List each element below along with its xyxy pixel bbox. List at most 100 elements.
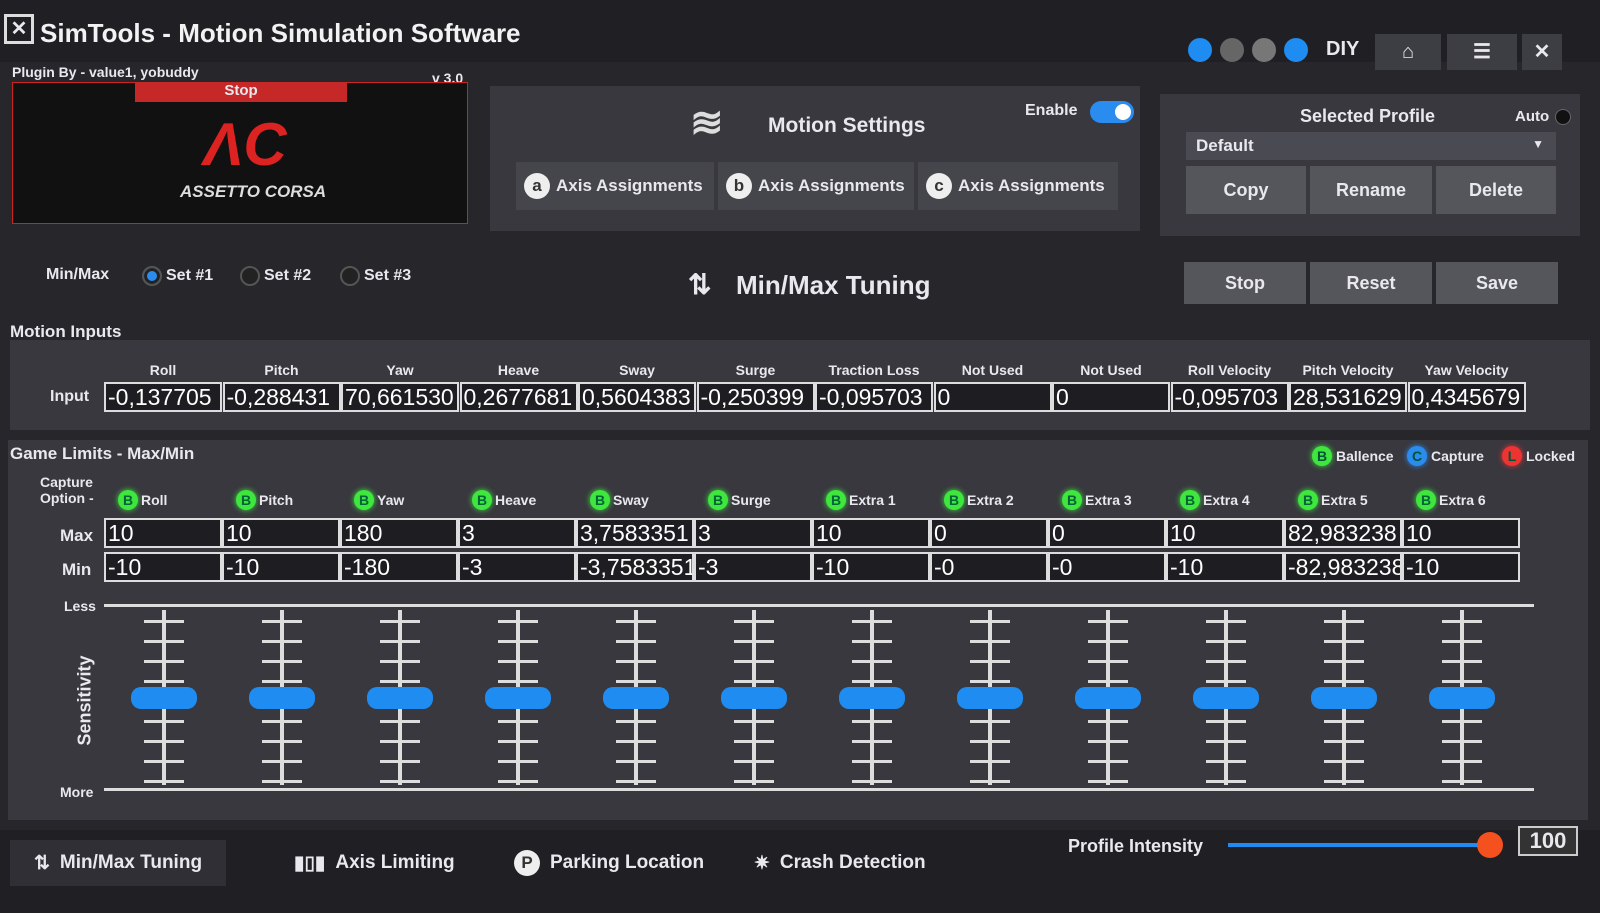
set-2-radio[interactable]: Set #2: [240, 266, 311, 286]
slider-tick: [262, 780, 302, 783]
menu-button[interactable]: ☰: [1447, 34, 1517, 70]
home-button[interactable]: ⌂: [1375, 34, 1441, 70]
min-input[interactable]: -10: [104, 552, 222, 582]
edit-icon[interactable]: [1252, 38, 1276, 62]
sensitivity-slider-thumb[interactable]: [485, 686, 551, 709]
sensitivity-slider-thumb[interactable]: [957, 686, 1023, 709]
slider-tick: [1206, 740, 1246, 743]
axis-assignments-a-button[interactable]: a Axis Assignments: [516, 162, 714, 210]
input-row-label: Input: [50, 388, 90, 405]
capture-option-3[interactable]: B Heave: [472, 490, 536, 510]
delete-button[interactable]: Delete: [1436, 166, 1556, 214]
max-input[interactable]: 3: [694, 518, 812, 548]
max-input[interactable]: 10: [104, 518, 222, 548]
max-input[interactable]: 10: [812, 518, 930, 548]
min-input[interactable]: -3,7583351: [576, 552, 694, 582]
radio-label: Set #3: [364, 267, 412, 284]
stop-button[interactable]: Stop: [1184, 262, 1306, 304]
min-input[interactable]: -10: [1402, 552, 1520, 582]
sensitivity-slider-thumb[interactable]: [1193, 686, 1259, 709]
close-button[interactable]: ✕: [1522, 34, 1562, 70]
reset-button[interactable]: Reset: [1310, 262, 1432, 304]
balance-badge-icon: B: [472, 490, 492, 510]
input-value-field: -0,250399: [696, 382, 815, 412]
slider-tick: [970, 640, 1010, 643]
profile-intensity-thumb[interactable]: [1477, 832, 1503, 858]
max-input[interactable]: 10: [222, 518, 340, 548]
axis-assignments-c-button[interactable]: c Axis Assignments: [918, 162, 1118, 210]
save-button[interactable]: Save: [1436, 262, 1558, 304]
profile-intensity-value[interactable]: 100: [1518, 826, 1578, 856]
sensitivity-slider-thumb[interactable]: [1429, 686, 1495, 709]
tab-crash-detection[interactable]: ✷ Crash Detection: [730, 840, 950, 886]
capture-option-5[interactable]: B Surge: [708, 490, 771, 510]
legend-label: Locked: [1526, 448, 1576, 464]
copy-button[interactable]: Copy: [1186, 166, 1306, 214]
slider-tick: [1442, 780, 1482, 783]
capture-option-0[interactable]: B Roll: [118, 490, 167, 510]
capture-option-1[interactable]: B Pitch: [236, 490, 293, 510]
auto-radio[interactable]: [1555, 109, 1571, 125]
slider-tick: [498, 780, 538, 783]
input-value-field: 0,5604383: [578, 382, 696, 412]
sensitivity-slider-thumb[interactable]: [721, 686, 787, 709]
sensitivity-slider-thumb[interactable]: [249, 686, 315, 709]
slider-tick: [1442, 740, 1482, 743]
tab-parking-location[interactable]: P Parking Location: [490, 840, 728, 886]
enable-toggle[interactable]: [1090, 101, 1134, 123]
min-input[interactable]: -10: [1166, 552, 1284, 582]
min-input[interactable]: -180: [340, 552, 458, 582]
tab-axis-limiting[interactable]: ▮▯▮ Axis Limiting: [270, 840, 479, 886]
capture-option-4[interactable]: B Sway: [590, 490, 649, 510]
tab-minmax-tuning[interactable]: ⇅ Min/Max Tuning: [10, 840, 227, 886]
rename-button[interactable]: Rename: [1310, 166, 1432, 214]
balance-badge-icon: B: [1416, 490, 1436, 510]
axis-assignments-b-button[interactable]: b Axis Assignments: [718, 162, 914, 210]
diy-button[interactable]: DIY: [1326, 38, 1359, 61]
profile-selected-value: Default: [1196, 136, 1254, 155]
radio-label: Set #2: [264, 267, 312, 284]
min-input[interactable]: -3: [694, 552, 812, 582]
legend-ballence: B Ballence: [1312, 446, 1394, 466]
chevron-down-icon: ▼: [1532, 137, 1544, 151]
sensitivity-slider-thumb[interactable]: [1311, 686, 1377, 709]
axis-name: Sway: [613, 492, 649, 508]
capture-option-2[interactable]: B Yaw: [354, 490, 404, 510]
max-input[interactable]: 10: [1402, 518, 1520, 548]
capture-option-6[interactable]: B Extra 1: [826, 490, 896, 510]
max-input[interactable]: 3: [458, 518, 576, 548]
sensitivity-slider-thumb[interactable]: [839, 686, 905, 709]
capture-option-7[interactable]: B Extra 2: [944, 490, 1014, 510]
max-input[interactable]: 0: [930, 518, 1048, 548]
sensitivity-slider-thumb[interactable]: [131, 686, 197, 709]
min-input[interactable]: -10: [222, 552, 340, 582]
input-value-field: -0,095703: [815, 382, 933, 412]
slider-tick: [852, 780, 892, 783]
download-icon[interactable]: [1188, 38, 1212, 62]
sensitivity-slider-thumb[interactable]: [603, 686, 669, 709]
power-icon[interactable]: [1284, 38, 1308, 62]
capture-option-11[interactable]: B Extra 6: [1416, 490, 1486, 510]
settings-icon[interactable]: [1220, 38, 1244, 62]
profile-select[interactable]: Default ▼: [1186, 132, 1556, 160]
profile-intensity-slider[interactable]: [1228, 843, 1488, 847]
capture-option-8[interactable]: B Extra 3: [1062, 490, 1132, 510]
sensitivity-slider-thumb[interactable]: [367, 686, 433, 709]
max-input[interactable]: 180: [340, 518, 458, 548]
max-input[interactable]: 3,7583351: [576, 518, 694, 548]
max-input[interactable]: 10: [1166, 518, 1284, 548]
slider-tick: [616, 620, 656, 623]
capture-option-10[interactable]: B Extra 5: [1298, 490, 1368, 510]
max-input[interactable]: 0: [1048, 518, 1166, 548]
capture-option-9[interactable]: B Extra 4: [1180, 490, 1250, 510]
min-input[interactable]: -0: [930, 552, 1048, 582]
sensitivity-slider-thumb[interactable]: [1075, 686, 1141, 709]
set-3-radio[interactable]: Set #3: [340, 266, 411, 286]
slider-tick: [1324, 660, 1364, 663]
max-input[interactable]: 82,983238: [1284, 518, 1402, 548]
min-input[interactable]: -3: [458, 552, 576, 582]
min-input[interactable]: -82,983238: [1284, 552, 1402, 582]
min-input[interactable]: -0: [1048, 552, 1166, 582]
min-input[interactable]: -10: [812, 552, 930, 582]
set-1-radio[interactable]: Set #1: [142, 266, 213, 286]
